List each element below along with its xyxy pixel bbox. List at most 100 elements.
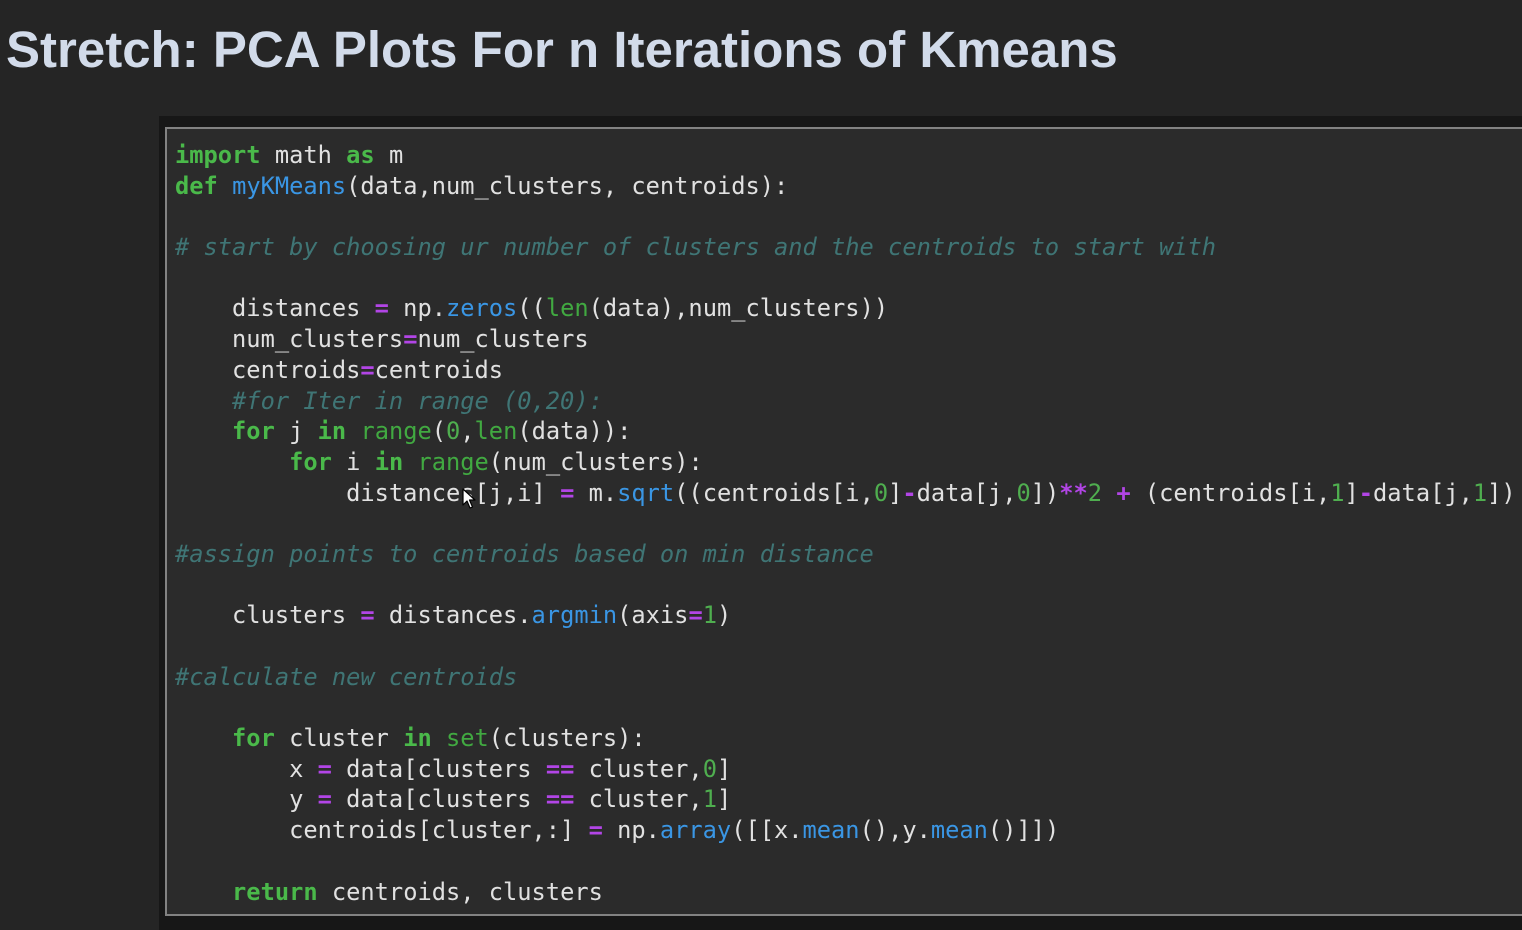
code-token: # start by choosing ur number of cluster… xyxy=(175,233,1217,262)
code-token: ] xyxy=(1344,478,1359,507)
code-line: y = data[clusters == cluster,1] xyxy=(175,784,1516,815)
code-token: ( xyxy=(431,417,447,446)
code-line: centroids=centroids xyxy=(175,355,1516,386)
code-token: ()]]) xyxy=(987,816,1060,845)
code-token: = xyxy=(403,325,418,354)
code-cell-editor[interactable]: import math as m def myKMeans(data,num_cl… xyxy=(165,127,1522,916)
code-token: m xyxy=(374,141,404,169)
mouse-cursor-icon xyxy=(462,488,476,509)
code-token: #calculate new centroids xyxy=(175,662,518,691)
code-token: np. xyxy=(388,294,446,323)
code-line: for i in range(num_clusters): xyxy=(175,447,1516,478)
code-token: (),y. xyxy=(859,816,931,845)
code-token: m. xyxy=(574,478,618,507)
code-line: #for Iter in range (0,20): xyxy=(175,386,1516,417)
code-token: = xyxy=(360,355,375,384)
code-token: ((centroids[i, xyxy=(674,478,874,507)
code-token: as xyxy=(346,141,375,169)
code-token: (num_clusters): xyxy=(488,447,703,476)
code-token: ] xyxy=(716,785,732,814)
code-line: num_clusters=num_clusters xyxy=(175,324,1516,355)
code-token: cluster, xyxy=(574,785,703,814)
code-token: ** xyxy=(1059,478,1088,507)
code-token: x xyxy=(175,754,318,783)
code-token: ) xyxy=(716,601,732,630)
code-token: 2 xyxy=(1087,478,1103,507)
code-token: in xyxy=(317,417,347,446)
code-token: ]) xyxy=(1487,478,1516,507)
code-token: data[j, xyxy=(1373,478,1473,507)
code-token: range xyxy=(417,447,489,476)
code-token: #assign points to centroids based on min… xyxy=(175,539,874,568)
code-token: myKMeans xyxy=(232,171,347,200)
code-token: len xyxy=(545,294,589,323)
code-line: for j in range(0,len(data)): xyxy=(175,416,1516,447)
code-token: - xyxy=(902,478,917,507)
code-token: data[clusters xyxy=(331,754,546,783)
code-token: for xyxy=(289,447,332,476)
code-token: def xyxy=(175,171,218,200)
code-block[interactable]: import math as m def myKMeans(data,num_cl… xyxy=(175,140,1516,907)
code-token: 1 xyxy=(702,785,717,814)
code-token: ]) xyxy=(1030,478,1060,507)
code-token: = xyxy=(588,816,603,845)
code-token: argmin xyxy=(531,601,618,630)
code-token: == xyxy=(545,785,575,814)
code-token: data[clusters xyxy=(331,785,546,814)
code-token: num_clusters xyxy=(417,325,589,354)
code-token: 0 xyxy=(446,417,461,446)
code-token: (data),num_clusters)) xyxy=(588,294,889,323)
code-token: clusters xyxy=(175,601,361,630)
code-token: = xyxy=(317,785,332,814)
code-token: set xyxy=(446,724,489,753)
code-token: zeros xyxy=(445,294,518,323)
code-token: centroids, clusters xyxy=(317,877,603,906)
code-token: range xyxy=(360,417,432,446)
slide-title: Stretch: PCA Plots For n Iterations of K… xyxy=(6,21,1118,78)
code-line: centroids[cluster,:] = np.array([[x.mean… xyxy=(175,815,1516,846)
code-token: in xyxy=(374,447,404,476)
code-line: import math as m xyxy=(175,140,1516,171)
code-token: 0 xyxy=(1016,478,1031,507)
code-token: (( xyxy=(517,294,546,323)
code-token: 1 xyxy=(1472,478,1488,507)
code-token: 0 xyxy=(702,754,717,783)
code-token: cluster xyxy=(274,724,404,753)
code-line: x = data[clusters == cluster,0] xyxy=(175,754,1516,785)
code-token: in xyxy=(403,724,432,753)
code-token: 1 xyxy=(702,601,717,630)
code-token: cluster, xyxy=(574,754,703,783)
code-token: (data,num_clusters, centroids): xyxy=(346,171,789,200)
code-token: = xyxy=(374,294,389,323)
code-line: distances = np.zeros((len(data),num_clus… xyxy=(175,293,1516,324)
code-line: #assign points to centroids based on min… xyxy=(175,539,1516,570)
code-line: def myKMeans(data,num_clusters, centroid… xyxy=(175,171,1516,202)
code-token: for xyxy=(232,724,275,753)
code-token: np. xyxy=(602,816,660,845)
code-token: + xyxy=(1116,478,1131,507)
code-token: array xyxy=(659,816,732,845)
code-token: 1 xyxy=(1330,478,1345,507)
code-token: math xyxy=(260,141,347,169)
code-token: for xyxy=(232,417,275,446)
code-token: distances. xyxy=(374,601,532,630)
code-token: ] xyxy=(716,754,732,783)
code-token: j xyxy=(274,417,318,446)
code-token: y xyxy=(175,785,318,814)
code-token: import xyxy=(175,141,261,169)
